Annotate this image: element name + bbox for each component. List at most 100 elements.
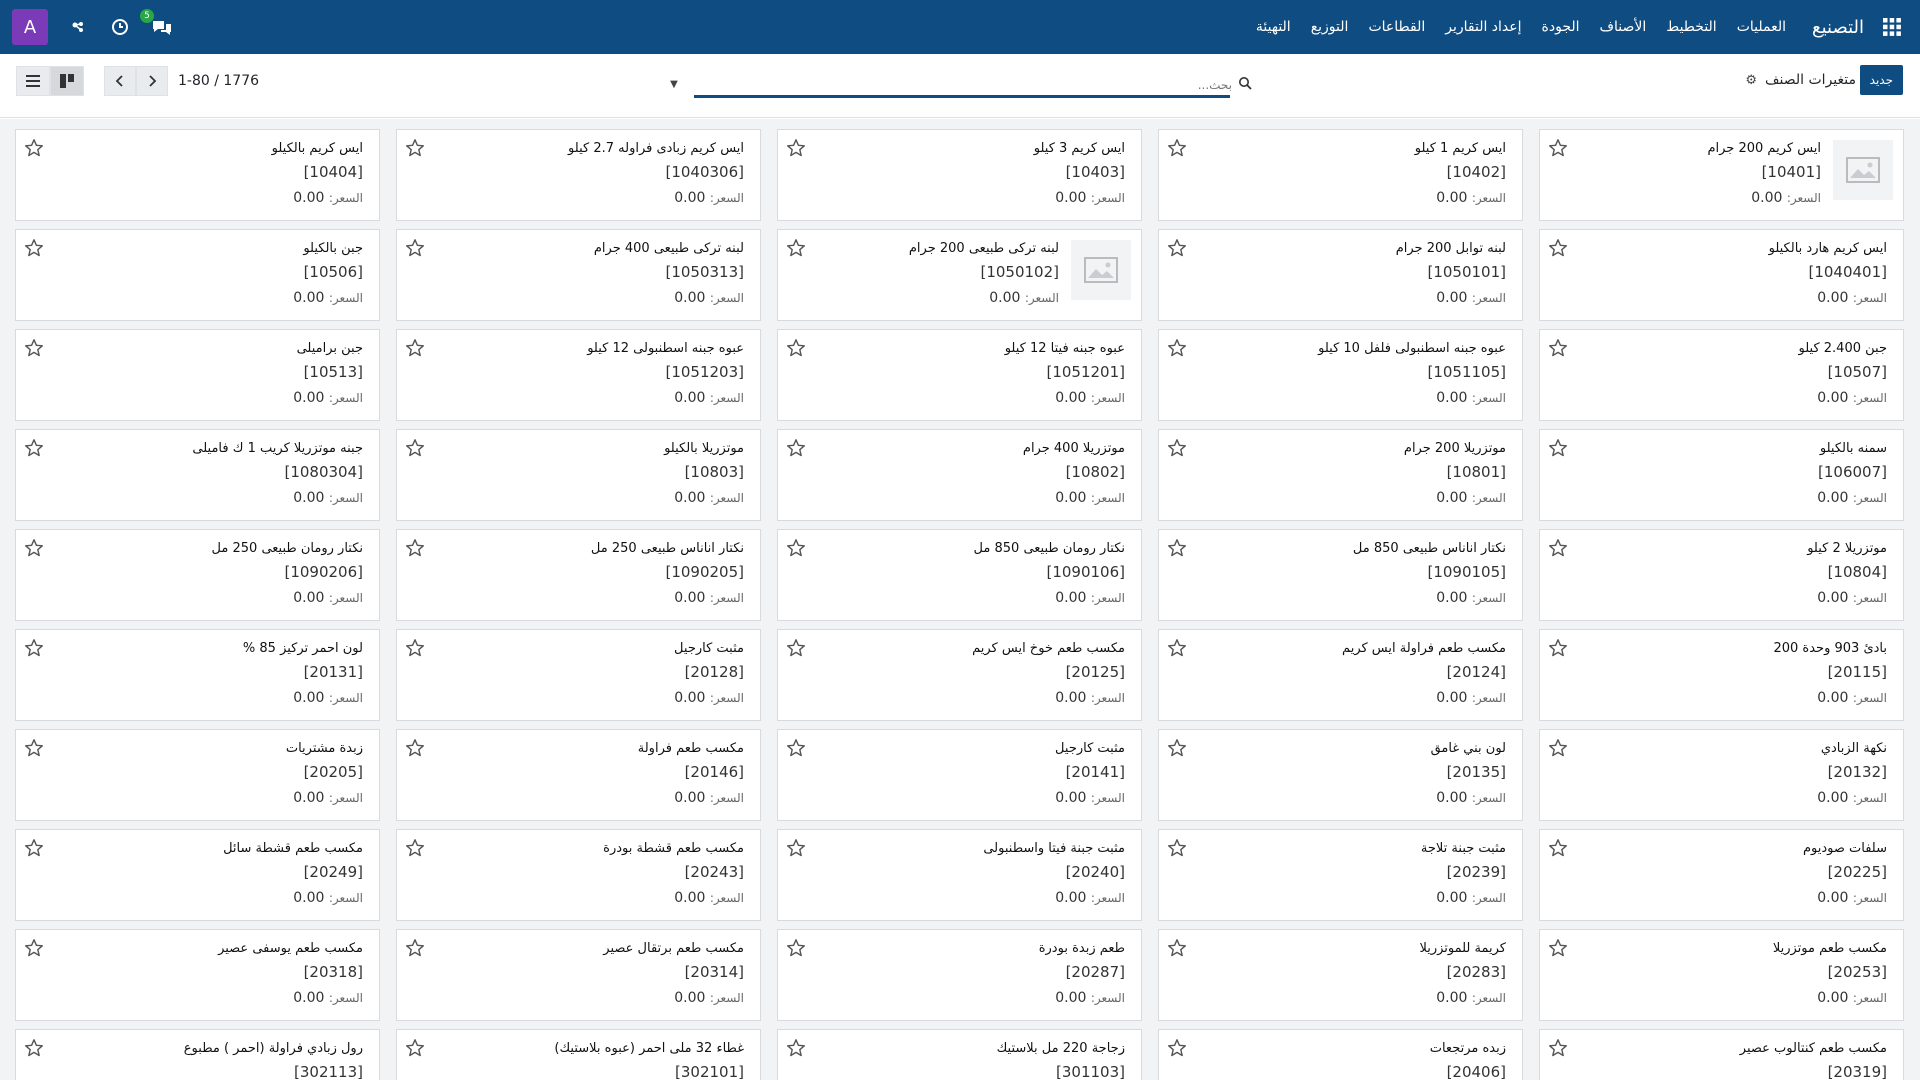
favorite-star-icon[interactable] bbox=[1548, 438, 1568, 458]
product-card[interactable]: مكسب طعم قشطة سائل [20249] السعر: 0.00 bbox=[15, 829, 380, 921]
favorite-star-icon[interactable] bbox=[786, 538, 806, 558]
favorite-star-icon[interactable] bbox=[405, 438, 425, 458]
favorite-star-icon[interactable] bbox=[24, 838, 44, 858]
favorite-star-icon[interactable] bbox=[24, 138, 44, 158]
favorite-star-icon[interactable] bbox=[405, 138, 425, 158]
favorite-star-icon[interactable] bbox=[24, 538, 44, 558]
product-card[interactable]: موتزريلا بالكيلو [10803] السعر: 0.00 bbox=[396, 429, 761, 521]
favorite-star-icon[interactable] bbox=[786, 738, 806, 758]
product-card[interactable]: نكتار رومان طبيعى 250 مل [1090206] السعر: … bbox=[15, 529, 380, 621]
favorite-star-icon[interactable] bbox=[786, 138, 806, 158]
favorite-star-icon[interactable] bbox=[1548, 138, 1568, 158]
favorite-star-icon[interactable] bbox=[1167, 138, 1187, 158]
product-card[interactable]: غطاء 32 ملى احمر (عبوه بلاستيك)[302101]ا… bbox=[396, 1029, 761, 1080]
product-card[interactable]: جبن بالكيلو [10506] السعر: 0.00 bbox=[15, 229, 380, 321]
product-card[interactable]: لون بني غامق [20135] السعر: 0.00 bbox=[1158, 729, 1523, 821]
product-card[interactable]: مثبت جبنة تلاجة [20239] السعر: 0.00 bbox=[1158, 829, 1523, 921]
product-card[interactable]: جبنه موتزريلا كريب 1 ك فاميلى [1080304] ال… bbox=[15, 429, 380, 521]
favorite-star-icon[interactable] bbox=[786, 938, 806, 958]
favorite-star-icon[interactable] bbox=[1167, 838, 1187, 858]
product-card[interactable]: مثبت جبنة فيتا واسطنبولى [20240] السعر: 0.… bbox=[777, 829, 1142, 921]
favorite-star-icon[interactable] bbox=[786, 1038, 806, 1058]
product-card[interactable]: لبنه تركى طبيعى 400 جرام [1050313] السعر: … bbox=[396, 229, 761, 321]
product-card[interactable]: عبوه جبنه اسطنبولى 12 كيلو [1051203] السعر… bbox=[396, 329, 761, 421]
favorite-star-icon[interactable] bbox=[405, 638, 425, 658]
product-card[interactable]: طعم زبدة بودرة [20287] السعر: 0.00 bbox=[777, 929, 1142, 1021]
favorite-star-icon[interactable] bbox=[405, 1038, 425, 1058]
activity-icon[interactable] bbox=[66, 15, 90, 39]
favorite-star-icon[interactable] bbox=[1167, 438, 1187, 458]
caret-down-icon[interactable]: ▼ bbox=[666, 76, 682, 92]
favorite-star-icon[interactable] bbox=[786, 638, 806, 658]
search-icon[interactable] bbox=[1238, 75, 1254, 91]
list-view-button[interactable] bbox=[16, 66, 50, 96]
favorite-star-icon[interactable] bbox=[405, 238, 425, 258]
favorite-star-icon[interactable] bbox=[1548, 238, 1568, 258]
apps-menu-icon[interactable] bbox=[1876, 0, 1908, 54]
menu-distribution[interactable]: التوزيع bbox=[1311, 19, 1349, 35]
favorite-star-icon[interactable] bbox=[1167, 238, 1187, 258]
favorite-star-icon[interactable] bbox=[24, 438, 44, 458]
user-avatar[interactable]: A bbox=[12, 9, 48, 45]
product-card[interactable]: موتزريلا 2 كيلو [10804] السعر: 0.00 bbox=[1539, 529, 1904, 621]
product-card[interactable]: نكتار رومان طبيعى 850 مل [1090106] السعر: … bbox=[777, 529, 1142, 621]
favorite-star-icon[interactable] bbox=[24, 938, 44, 958]
product-card[interactable]: ايس كريم زبادى فراوله 2.7 كيلو [1040306] ا… bbox=[396, 129, 761, 221]
product-card[interactable]: نكهة الزبادي [20132] السعر: 0.00 bbox=[1539, 729, 1904, 821]
favorite-star-icon[interactable] bbox=[1167, 638, 1187, 658]
product-card[interactable]: موتزريلا 200 جرام [10801] السعر: 0.00 bbox=[1158, 429, 1523, 521]
menu-products[interactable]: الأصناف bbox=[1600, 19, 1647, 35]
product-card[interactable]: ايس كريم هارد بالكيلو [1040401] السعر: 0.0… bbox=[1539, 229, 1904, 321]
favorite-star-icon[interactable] bbox=[1548, 638, 1568, 658]
product-card[interactable]: رول زبادي فراولة (احمر ) مطبوع[302113]ال… bbox=[15, 1029, 380, 1080]
new-button[interactable]: جديد bbox=[1859, 65, 1903, 95]
product-card[interactable]: جبن 2.400 كيلو [10507] السعر: 0.00 bbox=[1539, 329, 1904, 421]
product-card[interactable]: كريمة للموتزريلا [20283] السعر: 0.00 bbox=[1158, 929, 1523, 1021]
product-card[interactable]: مثبت كارجيل [20128] السعر: 0.00 bbox=[396, 629, 761, 721]
product-card[interactable]: زجاجة 220 مل بلاستيك[301103]السعر: 0.00 bbox=[777, 1029, 1142, 1080]
favorite-star-icon[interactable] bbox=[24, 638, 44, 658]
product-card[interactable]: عبوه جبنه فيتا 12 كيلو [1051201] السعر: 0.… bbox=[777, 329, 1142, 421]
product-card[interactable]: مكسب طعم خوخ ايس كريم [20125] السعر: 0.00 bbox=[777, 629, 1142, 721]
menu-configuration[interactable]: التهيئة bbox=[1256, 19, 1291, 35]
product-card[interactable]: مكسب طعم فراولة [20146] السعر: 0.00 bbox=[396, 729, 761, 821]
product-card[interactable]: ايس كريم 200 جرام [10401] السعر: 0.00 bbox=[1539, 129, 1904, 221]
favorite-star-icon[interactable] bbox=[24, 738, 44, 758]
menu-operations[interactable]: العمليات bbox=[1737, 19, 1786, 35]
product-card[interactable]: مكسب طعم فراولة ايس كريم [20124] السعر: 0.… bbox=[1158, 629, 1523, 721]
menu-planning[interactable]: التخطيط bbox=[1666, 19, 1716, 35]
product-card[interactable]: زبده مرتجعات[20406]السعر: 0.00 bbox=[1158, 1029, 1523, 1080]
favorite-star-icon[interactable] bbox=[786, 438, 806, 458]
favorite-star-icon[interactable] bbox=[786, 838, 806, 858]
product-card[interactable]: نكتار اناناس طبيعى 850 مل [1090105] السعر:… bbox=[1158, 529, 1523, 621]
favorite-star-icon[interactable] bbox=[24, 238, 44, 258]
favorite-star-icon[interactable] bbox=[1167, 1038, 1187, 1058]
product-card[interactable]: نكتار اناناس طبيعى 250 مل [1090205] السعر:… bbox=[396, 529, 761, 621]
favorite-star-icon[interactable] bbox=[405, 338, 425, 358]
product-card[interactable]: ايس كريم 3 كيلو [10403] السعر: 0.00 bbox=[777, 129, 1142, 221]
product-card[interactable]: مكسب طعم يوسفى عصير [20318] السعر: 0.00 bbox=[15, 929, 380, 1021]
favorite-star-icon[interactable] bbox=[1167, 738, 1187, 758]
product-card[interactable]: مكسب طعم برتقال عصير [20314] السعر: 0.00 bbox=[396, 929, 761, 1021]
menu-sectors[interactable]: القطاعات bbox=[1368, 19, 1425, 35]
clock-icon[interactable] bbox=[108, 15, 132, 39]
product-card[interactable]: سمنه بالكيلو [106007] السعر: 0.00 bbox=[1539, 429, 1904, 521]
product-card[interactable]: مكسب طعم موتزريلا [20253] السعر: 0.00 bbox=[1539, 929, 1904, 1021]
app-brand[interactable]: التصنيع bbox=[1812, 17, 1864, 38]
gear-icon[interactable]: ⚙ bbox=[1745, 73, 1757, 88]
menu-reporting[interactable]: إعداد التقارير bbox=[1445, 19, 1521, 35]
previous-page-button[interactable] bbox=[104, 66, 136, 96]
product-card[interactable]: مكسب طعم قشطة بودرة [20243] السعر: 0.00 bbox=[396, 829, 761, 921]
product-card[interactable]: ايس كريم بالكيلو [10404] السعر: 0.00 bbox=[15, 129, 380, 221]
product-card[interactable]: بادئ 903 وحدة 200 [20115] السعر: 0.00 bbox=[1539, 629, 1904, 721]
kanban-view-button[interactable] bbox=[50, 66, 84, 96]
product-card[interactable]: سلفات صوديوم [20225] السعر: 0.00 bbox=[1539, 829, 1904, 921]
pager-value[interactable]: 1-80 / 1776 bbox=[178, 73, 259, 89]
favorite-star-icon[interactable] bbox=[24, 1038, 44, 1058]
search-input[interactable] bbox=[694, 76, 1232, 94]
next-page-button[interactable] bbox=[136, 66, 168, 96]
chat-icon[interactable]: 5 bbox=[140, 9, 174, 39]
product-card[interactable]: مكسب طعم كنتالوب عصير[20319]السعر: 0.00 bbox=[1539, 1029, 1904, 1080]
favorite-star-icon[interactable] bbox=[405, 738, 425, 758]
favorite-star-icon[interactable] bbox=[405, 538, 425, 558]
